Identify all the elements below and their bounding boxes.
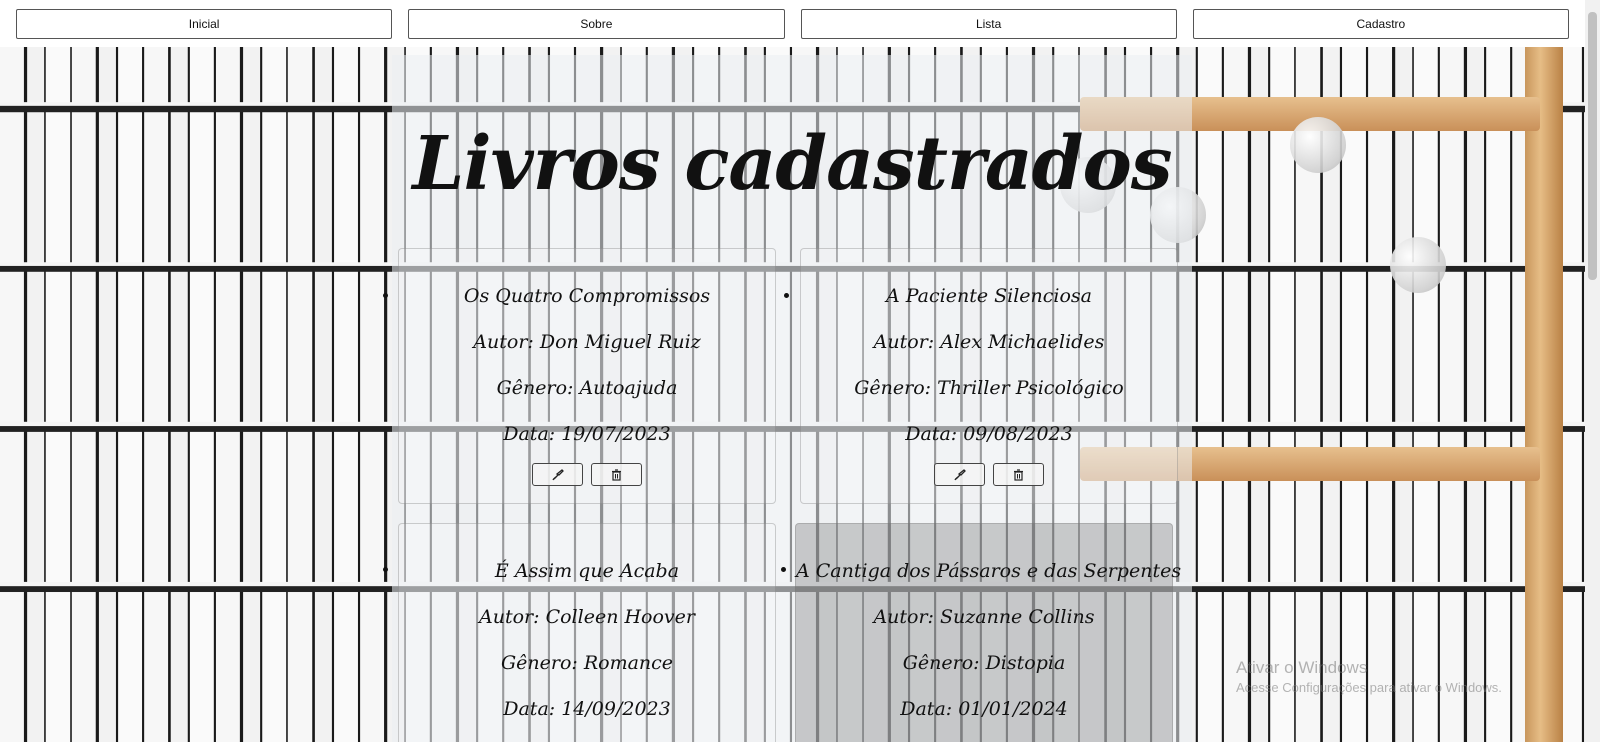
book-title: Os Quatro Compromissos bbox=[463, 285, 711, 307]
book-genre: Gênero: Romance bbox=[500, 652, 674, 674]
book-author: Autor: Suzanne Collins bbox=[873, 606, 1095, 628]
list-bullet bbox=[784, 293, 789, 298]
edit-book-button[interactable] bbox=[934, 463, 985, 486]
book-date: Data: 09/08/2023 bbox=[905, 423, 1073, 445]
vertical-scrollbar[interactable] bbox=[1585, 0, 1600, 742]
delete-book-button[interactable] bbox=[993, 463, 1044, 486]
book-card: A Paciente Silenciosa Autor: Alex Michae… bbox=[800, 248, 1178, 504]
trash-icon bbox=[1014, 468, 1023, 481]
watermark-title: Ativar o Windows bbox=[1236, 658, 1368, 677]
edit-book-button[interactable] bbox=[532, 463, 583, 486]
book-title: A Cantiga dos Pássaros e das Serpentes bbox=[796, 560, 1182, 582]
book-genre: Gênero: Thriller Psicológico bbox=[854, 377, 1124, 399]
delete-book-button[interactable] bbox=[591, 463, 642, 486]
book-title: É Assim que Acaba bbox=[494, 560, 680, 582]
book-genre: Gênero: Autoajuda bbox=[496, 377, 678, 399]
book-card: É Assim que Acaba Autor: Colleen Hoover … bbox=[398, 523, 776, 742]
book-author: Autor: Alex Michaelides bbox=[873, 331, 1105, 353]
list-bullet bbox=[383, 567, 388, 572]
book-date: Data: 19/07/2023 bbox=[503, 423, 671, 445]
nav-cadastro-button[interactable]: Cadastro bbox=[1192, 9, 1569, 39]
book-title: A Paciente Silenciosa bbox=[885, 285, 1093, 307]
nav-inicial-button[interactable]: Inicial bbox=[16, 9, 393, 39]
brush-icon bbox=[953, 468, 966, 480]
page-title: Livros cadastrados bbox=[412, 121, 1172, 207]
scrollbar-thumb[interactable] bbox=[1588, 12, 1597, 280]
windows-activation-watermark: Ativar o Windows Acesse Configurações pa… bbox=[1236, 658, 1502, 695]
nav-lista-button[interactable]: Lista bbox=[800, 9, 1177, 39]
book-card: A Cantiga dos Pássaros e das Serpentes A… bbox=[795, 523, 1182, 742]
brush-icon bbox=[551, 468, 564, 480]
top-navigation: Inicial Sobre Lista Cadastro bbox=[0, 0, 1585, 47]
book-genre: Gênero: Distopia bbox=[902, 652, 1066, 674]
trash-icon bbox=[612, 468, 621, 481]
book-date: Data: 01/01/2024 bbox=[900, 698, 1068, 720]
nav-sobre-button[interactable]: Sobre bbox=[408, 9, 785, 39]
book-author: Autor: Don Miguel Ruiz bbox=[473, 331, 701, 353]
list-bullet bbox=[383, 293, 388, 298]
watermark-subtitle: Acesse Configurações para ativar o Windo… bbox=[1236, 680, 1502, 695]
book-date: Data: 14/09/2023 bbox=[503, 698, 671, 720]
list-bullet bbox=[781, 567, 786, 572]
book-author: Autor: Colleen Hoover bbox=[479, 606, 695, 628]
book-card: Os Quatro Compromissos Autor: Don Miguel… bbox=[398, 248, 776, 504]
books-panel: Livros cadastrados Os Quatro Compromisso… bbox=[383, 55, 1192, 742]
